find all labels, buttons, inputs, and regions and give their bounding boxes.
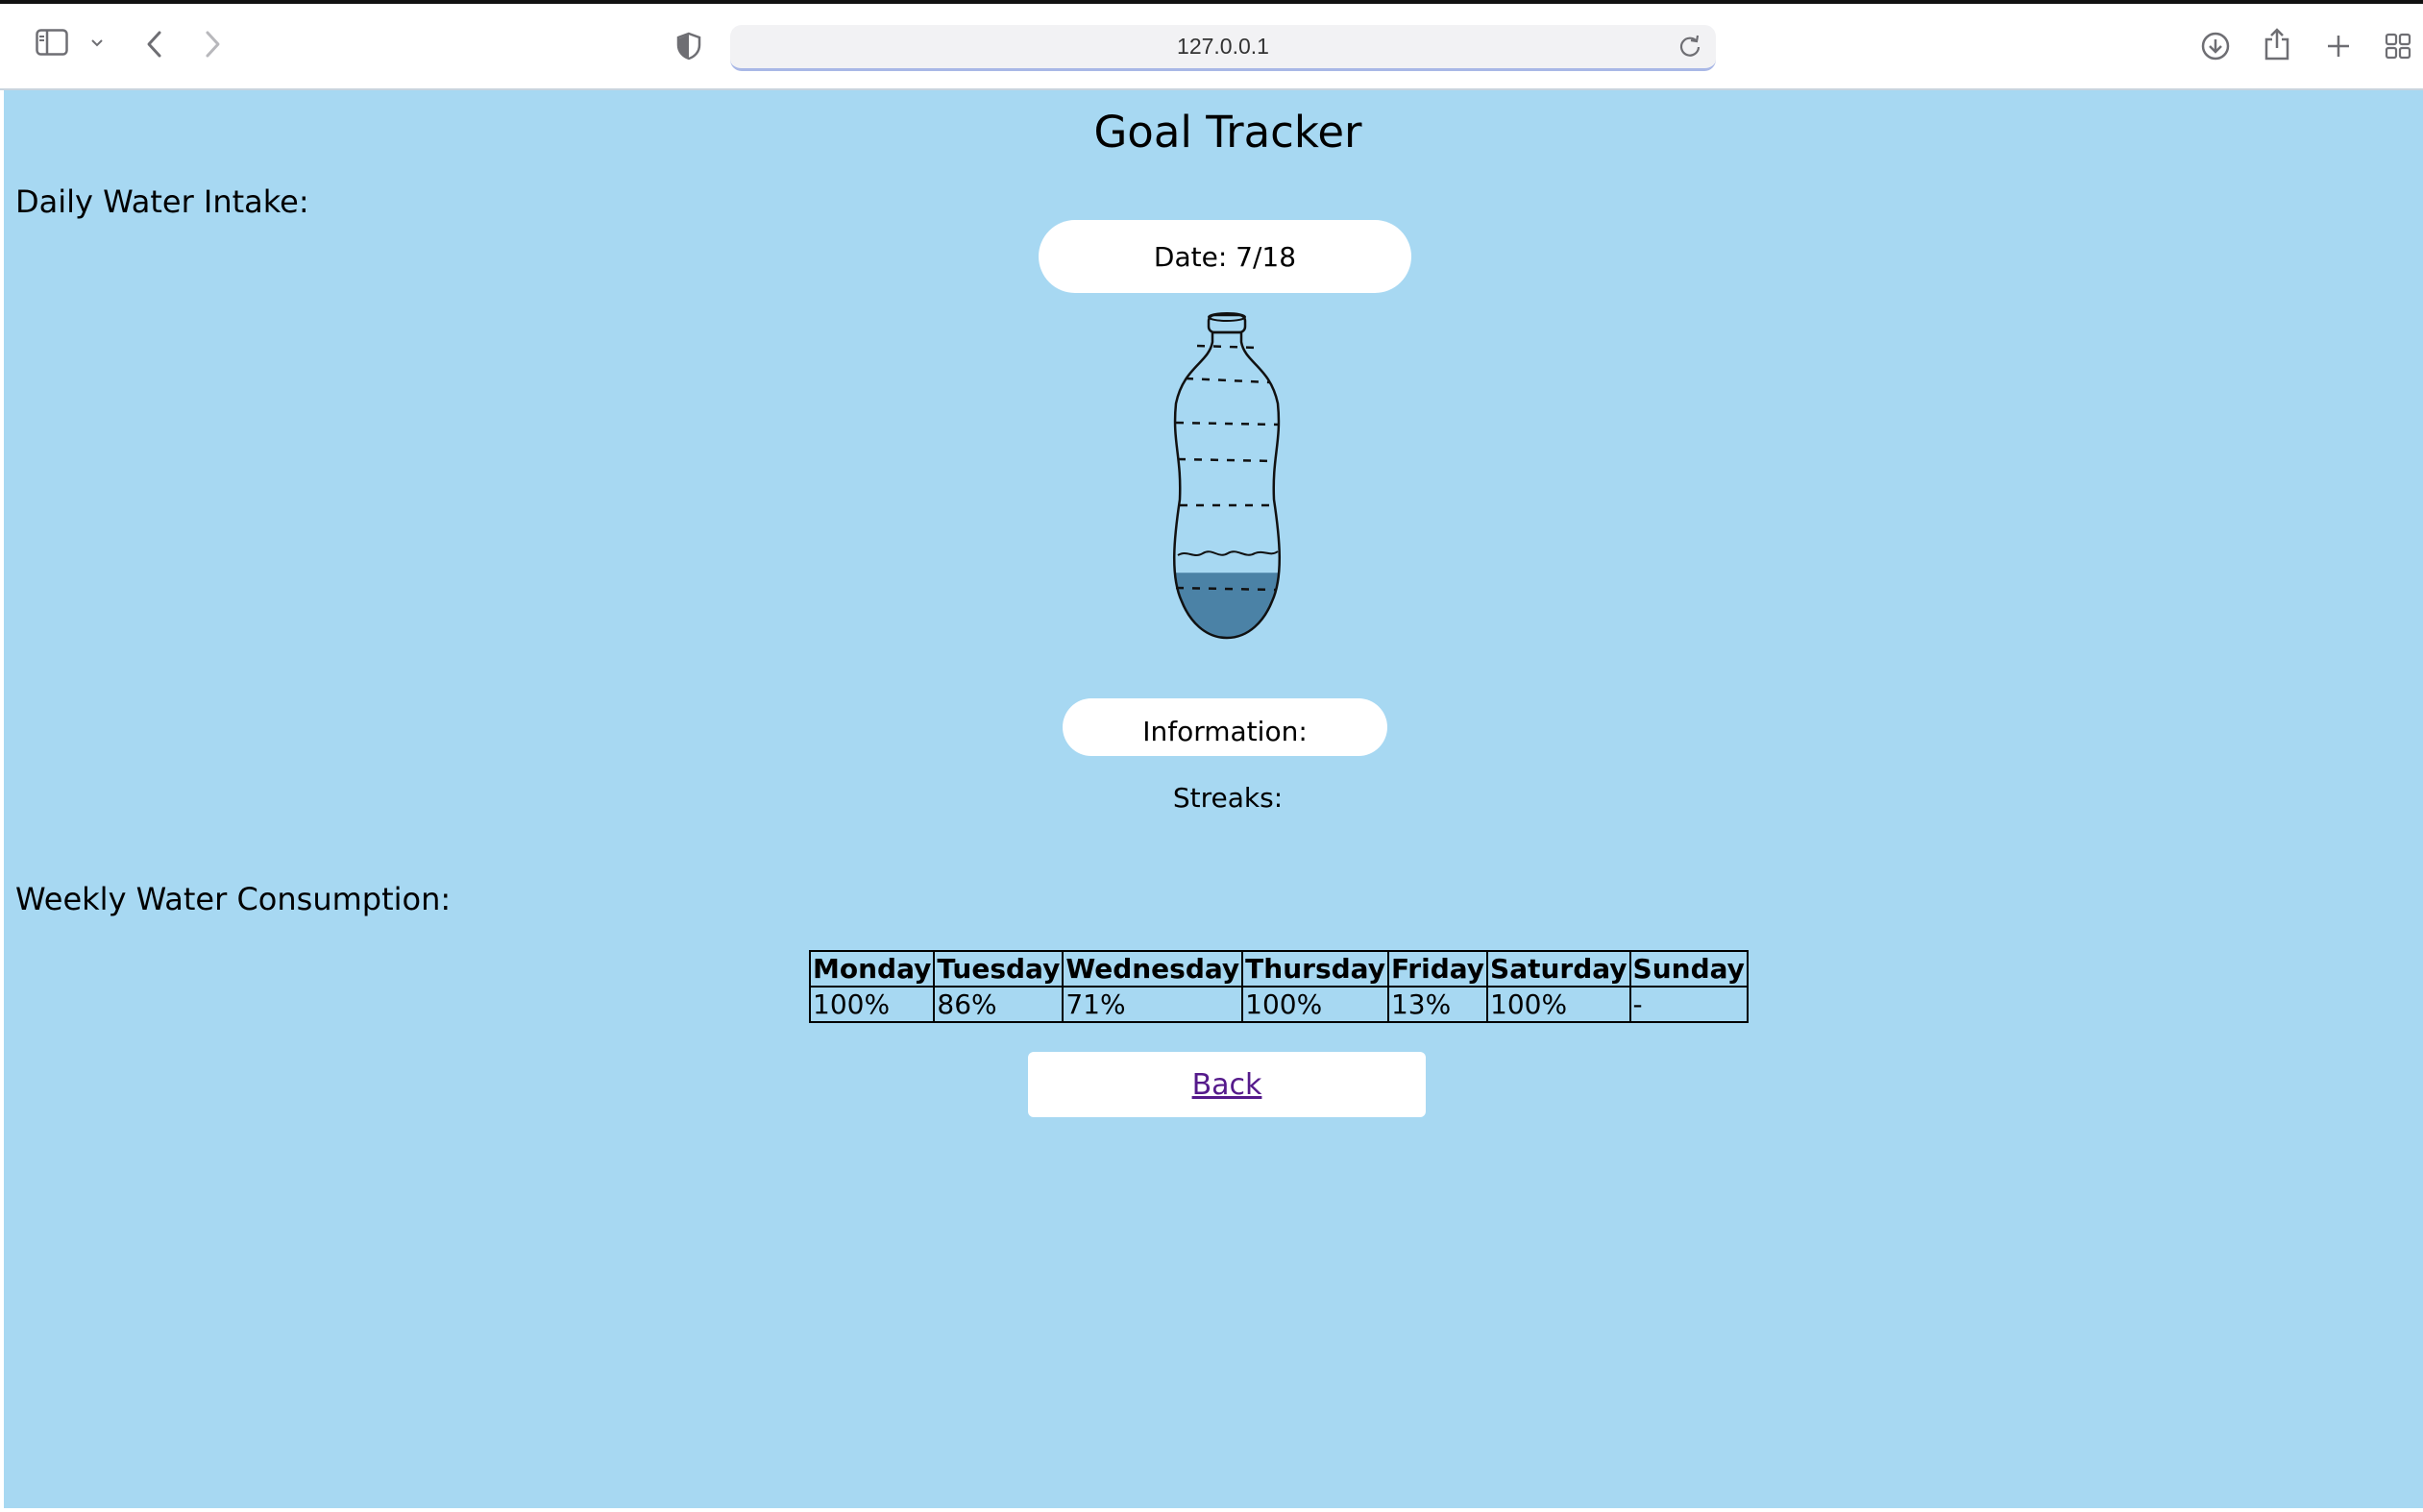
sidebar-icon[interactable]	[33, 23, 71, 61]
table-cell: -	[1628, 986, 1749, 1023]
back-button[interactable]: Back	[1028, 1052, 1426, 1117]
reload-icon[interactable]	[1677, 34, 1702, 62]
table-cell: 100%	[1486, 986, 1631, 1023]
table-header-cell: Saturday	[1486, 950, 1631, 988]
table-header-row: Monday Tuesday Wednesday Thursday Friday…	[808, 950, 1749, 988]
table-cell: 100%	[808, 986, 936, 1023]
table-header-cell: Sunday	[1628, 950, 1749, 988]
browser-window: 127.0.0.1 Goal Tracker Daily Water Intak…	[0, 0, 2423, 1512]
plus-icon[interactable]	[2321, 29, 2356, 63]
page-content: Goal Tracker Daily Water Intake: Date: 7…	[4, 90, 2423, 1508]
water-bottle-image	[1164, 307, 1289, 647]
table-header-cell: Friday	[1386, 950, 1489, 988]
table-header-cell: Thursday	[1241, 950, 1389, 988]
browser-toolbar: 127.0.0.1	[0, 4, 2423, 88]
address-text: 127.0.0.1	[1177, 34, 1269, 59]
table-cell: 71%	[1062, 986, 1244, 1023]
table-row: 100% 86% 71% 100% 13% 100% -	[808, 986, 1749, 1023]
address-bar[interactable]: 127.0.0.1	[730, 25, 1716, 71]
table-cell: 13%	[1386, 986, 1489, 1023]
table-cell: 100%	[1241, 986, 1389, 1023]
tab-overview-icon[interactable]	[2381, 29, 2415, 63]
table-cell: 86%	[933, 986, 1065, 1023]
back-link[interactable]: Back	[1192, 1068, 1262, 1102]
forward-arrow-icon[interactable]	[198, 25, 229, 63]
information-label: Information:	[1142, 715, 1308, 747]
table-header-cell: Wednesday	[1062, 950, 1244, 988]
chevron-down-icon[interactable]	[86, 33, 108, 54]
page-title: Goal Tracker	[1093, 107, 1362, 158]
streaks-label: Streaks:	[1172, 782, 1284, 814]
back-arrow-icon[interactable]	[138, 25, 169, 63]
daily-intake-label: Daily Water Intake:	[15, 183, 309, 220]
weekly-consumption-label: Weekly Water Consumption:	[15, 881, 452, 917]
information-pill: Information:	[1063, 698, 1387, 756]
table-header-cell: Monday	[808, 950, 936, 988]
table-header-cell: Tuesday	[933, 950, 1065, 988]
weekly-consumption-table: Monday Tuesday Wednesday Thursday Friday…	[808, 950, 1749, 1023]
date-pill: Date: 7/18	[1039, 220, 1411, 293]
share-icon[interactable]	[2260, 25, 2294, 63]
shield-icon[interactable]	[673, 29, 705, 63]
download-icon[interactable]	[2198, 29, 2233, 63]
date-label: Date: 7/18	[1153, 240, 1297, 273]
